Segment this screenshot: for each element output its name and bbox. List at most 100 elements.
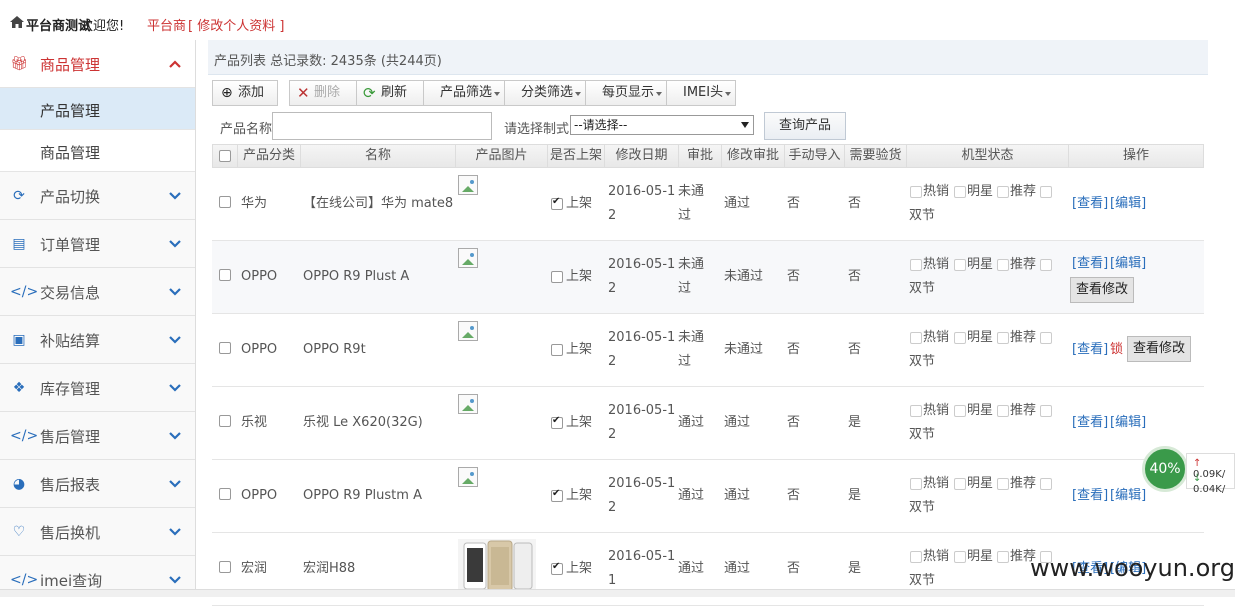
edit-link[interactable]: [编辑] xyxy=(1110,252,1146,276)
recommend-checkbox[interactable] xyxy=(997,478,1009,490)
hot-checkbox[interactable] xyxy=(910,405,922,417)
row-checkbox[interactable] xyxy=(219,342,231,354)
holiday-checkbox[interactable] xyxy=(1040,259,1052,271)
lock-label[interactable]: 锁 xyxy=(1110,338,1123,362)
on-shelf-checkbox[interactable] xyxy=(551,561,563,575)
mod-approval-cell: 通过 xyxy=(724,561,751,576)
recommend-checkbox[interactable] xyxy=(997,551,1009,563)
filter-product-dropdown[interactable]: 产品筛选 xyxy=(423,80,505,106)
hot-checkbox[interactable] xyxy=(910,259,922,271)
sidebar-item-order-management[interactable]: ▤ 订单管理 xyxy=(0,220,195,268)
star-checkbox[interactable] xyxy=(954,551,966,563)
row-checkbox[interactable] xyxy=(219,196,231,208)
col-mod-approval[interactable]: 修改审批 xyxy=(722,145,785,167)
sidebar-item-aftersales-exchange[interactable]: ♡ 售后换机 xyxy=(0,508,195,556)
home-icon[interactable] xyxy=(10,16,24,28)
query-product-button[interactable]: 查询产品 xyxy=(764,112,846,140)
col-manual-import[interactable]: 手动导入 xyxy=(785,145,845,167)
star-checkbox[interactable] xyxy=(954,259,966,271)
recommend-checkbox[interactable] xyxy=(997,259,1009,271)
name-cell: 乐视 Le X620(32G) xyxy=(303,415,423,430)
col-name[interactable]: 名称 xyxy=(301,145,456,167)
col-operations[interactable]: 操作 xyxy=(1069,145,1203,167)
holiday-checkbox[interactable] xyxy=(1040,332,1052,344)
view-link[interactable]: [查看] xyxy=(1072,252,1108,276)
delete-button[interactable]: ✕ 删除 xyxy=(289,80,357,106)
on-shelf-checkbox[interactable] xyxy=(551,196,563,210)
recommend-checkbox[interactable] xyxy=(997,186,1009,198)
per-page-dropdown[interactable]: 每页显示 xyxy=(585,80,667,106)
view-link[interactable]: [查看] xyxy=(1072,338,1108,362)
on-shelf-checkbox[interactable] xyxy=(551,271,563,283)
holiday-checkbox[interactable] xyxy=(1040,186,1052,198)
refresh-button[interactable]: ⟳ 刷新 xyxy=(356,80,424,106)
on-shelf-checkbox[interactable] xyxy=(551,344,563,356)
edit-link[interactable]: [编辑] xyxy=(1110,484,1146,508)
table-row: 乐视 乐视 Le X620(32G) 上架 2016-05-1 2 通过 通过 … xyxy=(212,387,1204,460)
bottom-scrollbar[interactable] xyxy=(0,589,1235,597)
view-link[interactable]: [查看] xyxy=(1072,192,1108,216)
approval-line1: 未通 xyxy=(678,330,705,345)
recommend-label: 推荐 xyxy=(1010,403,1037,418)
star-checkbox[interactable] xyxy=(954,186,966,198)
recommend-checkbox[interactable] xyxy=(997,332,1009,344)
select-all-checkbox[interactable] xyxy=(219,150,231,162)
product-name-label: 产品名称 xyxy=(220,122,273,137)
on-shelf-checkbox[interactable] xyxy=(551,415,563,429)
row-checkbox[interactable] xyxy=(219,415,231,427)
edit-profile-link[interactable]: [ 修改个人资料 ] xyxy=(188,15,284,34)
col-modified-date[interactable]: 修改日期 xyxy=(605,145,679,167)
row-checkbox[interactable] xyxy=(219,269,231,281)
sidebar-item-product-switch[interactable]: ⟳ 产品切换 xyxy=(0,172,195,220)
network-speed-widget[interactable]: 40% ↑ 0.09K/ ↓ 0.04K/ xyxy=(1142,446,1235,496)
sidebar-item-subsidy-settlement[interactable]: ▣ 补贴结算 xyxy=(0,316,195,364)
mod-approval-cell: 通过 xyxy=(724,488,751,503)
manual-import-cell: 否 xyxy=(787,561,801,576)
col-category[interactable]: 产品分类 xyxy=(238,145,301,167)
add-button[interactable]: ⊕ 添加 xyxy=(212,80,278,106)
hot-checkbox[interactable] xyxy=(910,551,922,563)
filter-category-dropdown[interactable]: 分类筛选 xyxy=(504,80,586,106)
row-checkbox[interactable] xyxy=(219,561,231,573)
imei-head-dropdown[interactable]: IMEI头 xyxy=(666,80,736,106)
holiday-label: 双节 xyxy=(909,427,936,442)
view-link[interactable]: [查看] xyxy=(1072,484,1108,508)
refresh-icon: ⟳ xyxy=(363,84,376,102)
col-need-inspect[interactable]: 需要验货 xyxy=(845,145,907,167)
system-select[interactable]: --请选择-- xyxy=(570,115,754,135)
sidebar-subitem-goods-management[interactable]: 商品管理 xyxy=(0,130,195,172)
edit-link[interactable]: [编辑] xyxy=(1110,192,1146,216)
col-image[interactable]: 产品图片 xyxy=(456,145,548,167)
sidebar-item-aftersales-management[interactable]: </> 售后管理 xyxy=(0,412,195,460)
sidebar-subitem-product-management[interactable]: 产品管理 xyxy=(0,88,195,130)
sidebar-item-transaction-info[interactable]: </> 交易信息 xyxy=(0,268,195,316)
holiday-checkbox[interactable] xyxy=(1040,478,1052,490)
product-name-input[interactable] xyxy=(272,112,492,140)
star-checkbox[interactable] xyxy=(954,405,966,417)
view-changes-button[interactable]: 查看修改 xyxy=(1127,336,1192,362)
row-checkbox[interactable] xyxy=(219,488,231,500)
sidebar-item-inventory-management[interactable]: ❖ 库存管理 xyxy=(0,364,195,412)
view-link[interactable]: [查看] xyxy=(1072,411,1108,435)
holiday-checkbox[interactable] xyxy=(1040,405,1052,417)
recommend-checkbox[interactable] xyxy=(997,405,1009,417)
hot-checkbox[interactable] xyxy=(910,186,922,198)
breadcrumb: 产品列表 总记录数: 2435条 (共244页) xyxy=(208,40,1208,75)
col-approval[interactable]: 审批 xyxy=(679,145,722,167)
star-checkbox[interactable] xyxy=(954,478,966,490)
col-on-shelf[interactable]: 是否上架 xyxy=(548,145,605,167)
sidebar-subitem-label: 商品管理 xyxy=(40,144,101,162)
need-inspect-cell: 是 xyxy=(848,415,862,430)
hot-checkbox[interactable] xyxy=(910,478,922,490)
edit-link[interactable]: [编辑] xyxy=(1110,411,1146,435)
hot-checkbox[interactable] xyxy=(910,332,922,344)
star-checkbox[interactable] xyxy=(954,332,966,344)
memory-percent-badge[interactable]: 40% xyxy=(1142,446,1188,492)
view-changes-button[interactable]: 查看修改 xyxy=(1070,277,1135,303)
sidebar-item-goods-management[interactable]: 🎁︎ 商品管理 xyxy=(0,40,195,88)
download-speed-value: 0.04K/ xyxy=(1193,484,1226,495)
sidebar-item-aftersales-report[interactable]: ◕ 售后报表 xyxy=(0,460,195,508)
welcome-text: 欢迎您! xyxy=(80,19,125,34)
col-model-status[interactable]: 机型状态 xyxy=(907,145,1069,167)
on-shelf-checkbox[interactable] xyxy=(551,488,563,502)
